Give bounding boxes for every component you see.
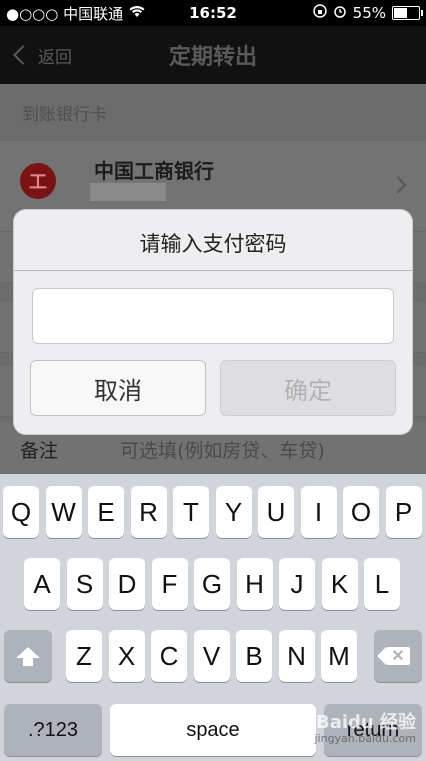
- key-c[interactable]: C: [151, 630, 187, 682]
- bank-logo-char: 工: [29, 172, 47, 193]
- key-z[interactable]: Z: [66, 630, 102, 682]
- alarm-icon: [333, 4, 347, 22]
- key-w[interactable]: W: [45, 486, 82, 538]
- wifi-icon: [129, 4, 145, 22]
- dialog-title: 请输入支付密码: [139, 232, 287, 256]
- confirm-button[interactable]: 确定: [220, 360, 396, 416]
- shift-key[interactable]: [4, 630, 52, 682]
- key-t[interactable]: T: [173, 486, 209, 538]
- cancel-button[interactable]: 取消: [30, 360, 206, 416]
- note-placeholder: 可选填(例如房贷、车贷): [120, 440, 325, 462]
- chevron-left-icon: [13, 45, 33, 65]
- battery-percent: 55%: [352, 4, 386, 22]
- key-o[interactable]: O: [343, 486, 379, 538]
- payment-password-input[interactable]: [32, 288, 394, 344]
- key-a[interactable]: A: [24, 558, 60, 610]
- key-n[interactable]: N: [278, 630, 315, 682]
- battery-icon: [392, 6, 423, 20]
- keyboard: QWERTYUIOP ASDFGHJKL ZXCVBNM ✕ .?123 spa…: [0, 474, 426, 761]
- password-dialog: 请输入支付密码 取消 确定: [14, 210, 412, 434]
- carrier-label: ●○○○ 中国联通: [6, 4, 124, 23]
- key-u[interactable]: U: [258, 486, 294, 538]
- redacted-card-number: [90, 183, 166, 201]
- key-x[interactable]: X: [108, 630, 145, 682]
- key-p[interactable]: P: [385, 486, 422, 538]
- status-bar: ●○○○ 中国联通 16:52 55%: [0, 0, 426, 26]
- key-q[interactable]: Q: [3, 486, 39, 538]
- back-label: 返回: [38, 47, 72, 68]
- chevron-right-icon: [389, 176, 407, 194]
- key-v[interactable]: V: [193, 630, 230, 682]
- navigation-bar: 返回 定期转出: [0, 26, 426, 84]
- key-j[interactable]: J: [279, 558, 315, 610]
- key-r[interactable]: R: [130, 486, 167, 538]
- space-key[interactable]: space: [110, 704, 316, 756]
- key-l[interactable]: L: [364, 558, 400, 610]
- key-b[interactable]: B: [236, 630, 272, 682]
- key-y[interactable]: Y: [215, 486, 252, 538]
- shift-arrow-icon: [16, 646, 40, 666]
- dialog-divider: [14, 270, 412, 271]
- return-key[interactable]: return: [324, 704, 422, 756]
- icbc-logo-icon: 工: [20, 163, 56, 199]
- key-f[interactable]: F: [151, 558, 188, 610]
- key-i[interactable]: I: [300, 486, 337, 538]
- key-e[interactable]: E: [88, 486, 124, 538]
- key-d[interactable]: D: [109, 558, 145, 610]
- key-g[interactable]: G: [194, 558, 230, 610]
- battery-level-fill: [394, 8, 408, 18]
- numbers-key[interactable]: .?123: [4, 704, 102, 756]
- key-s[interactable]: S: [66, 558, 103, 610]
- rotation-lock-icon: [312, 4, 327, 22]
- key-k[interactable]: K: [321, 558, 358, 610]
- backspace-icon: ✕: [377, 647, 410, 665]
- key-m[interactable]: M: [321, 630, 357, 682]
- section-label-bank-card: 到账银行卡: [22, 105, 107, 125]
- key-h[interactable]: H: [236, 558, 273, 610]
- note-label: 备注: [20, 440, 59, 462]
- bank-name: 中国工商银行: [94, 159, 214, 183]
- back-button[interactable]: 返回: [13, 43, 72, 68]
- delete-key[interactable]: ✕: [374, 630, 422, 682]
